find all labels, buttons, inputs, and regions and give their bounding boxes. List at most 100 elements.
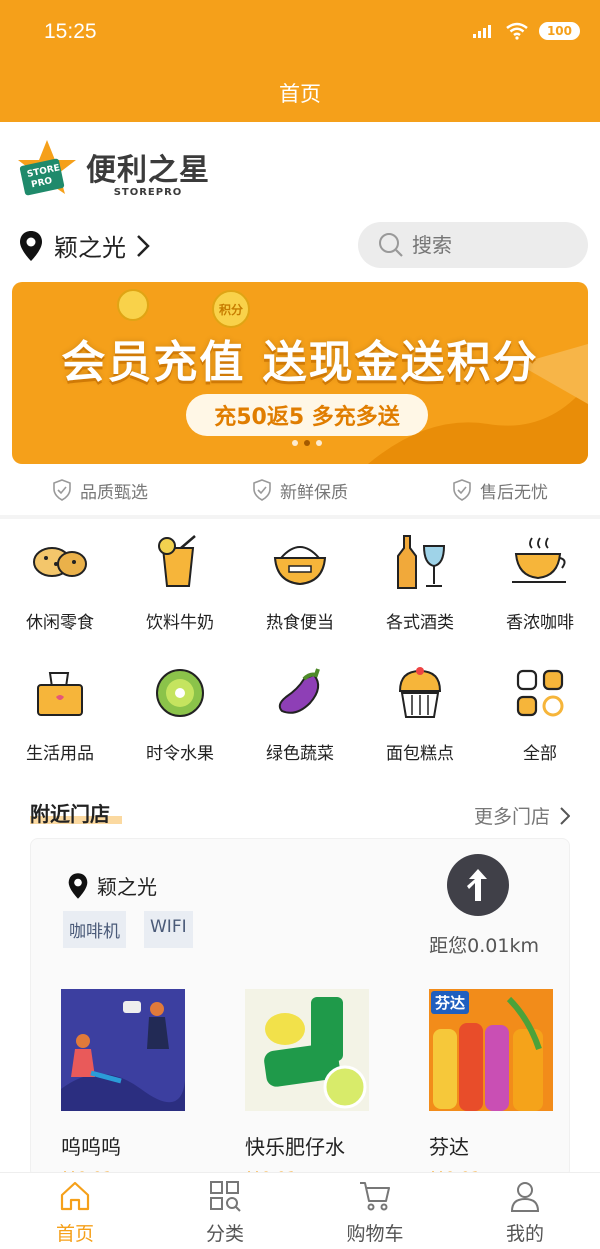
banner-pagination — [292, 440, 322, 446]
category-label: 休闲零食 — [26, 613, 94, 633]
category-hot-meals[interactable]: 热食便当 — [240, 530, 360, 633]
store-name: 颖之光 — [67, 871, 157, 900]
category-drinks[interactable]: 饮料牛奶 — [120, 530, 240, 633]
more-stores-label: 更多门店 — [473, 806, 550, 828]
wine-icon — [397, 535, 446, 589]
product-card[interactable]: 芬达 芬达 ￥0.01 — [429, 989, 553, 1188]
guarantee-item: 品质甄选 — [52, 478, 148, 503]
product-name: 快乐肥仔水 — [245, 1135, 345, 1159]
product-image — [61, 989, 185, 1111]
banner-dot-active[interactable] — [304, 440, 310, 446]
page-title: 首页 — [279, 82, 321, 106]
store-card[interactable]: 颖之光 咖啡机 WIFI 距您0.01km 呜呜呜 ￥0. — [30, 838, 570, 1187]
category-snacks[interactable]: 休闲零食 — [0, 530, 120, 633]
location-name: 颖之光 — [54, 234, 126, 262]
status-time: 15:25 — [44, 20, 97, 43]
section-divider — [0, 515, 600, 519]
search-bar[interactable] — [358, 222, 588, 268]
tab-label: 分类 — [205, 1223, 244, 1245]
chevron-right-icon — [137, 234, 150, 257]
navigate-button[interactable] — [447, 854, 509, 916]
guarantee-item: 售后无忧 — [452, 478, 548, 503]
product-card[interactable]: 快乐肥仔水 ￥0.01 — [245, 989, 369, 1188]
cookie-icon — [33, 547, 87, 577]
tab-cart[interactable]: 购物车 — [300, 1173, 450, 1249]
brand-name: 便利之星 — [86, 152, 210, 188]
banner-dot[interactable] — [292, 440, 298, 446]
battery-indicator: 100 — [538, 22, 580, 40]
category-grid: 休闲零食 饮料牛奶 热食便当 各式酒类 香浓咖啡 生活用品 时令水果 绿色蔬菜 … — [0, 530, 600, 764]
star-logo-icon: STORE PRO — [18, 140, 76, 196]
category-icon — [210, 1181, 241, 1212]
tab-label: 我的 — [505, 1223, 544, 1245]
category-label: 饮料牛奶 — [146, 613, 214, 633]
search-icon — [379, 233, 403, 257]
category-label: 生活用品 — [26, 744, 94, 764]
tab-category[interactable]: 分类 — [150, 1173, 300, 1249]
product-card[interactable]: 呜呜呜 ￥0.01 — [61, 989, 185, 1188]
category-coffee[interactable]: 香浓咖啡 — [480, 530, 600, 633]
product-list: 呜呜呜 ￥0.01 快乐肥仔水 ￥0.01 — [31, 989, 571, 1188]
product-name: 芬达 — [429, 1135, 469, 1159]
eggplant-icon — [278, 668, 320, 714]
coin-label: 积分 — [212, 290, 250, 328]
location-pin-icon — [20, 230, 42, 261]
category-household[interactable]: 生活用品 — [0, 661, 120, 764]
search-input[interactable] — [412, 233, 562, 257]
category-label: 全部 — [523, 744, 557, 764]
kiwi-icon — [156, 669, 204, 717]
category-label: 各式酒类 — [386, 613, 454, 633]
category-fruit[interactable]: 时令水果 — [120, 661, 240, 764]
location-selector[interactable]: 颖之光 — [18, 228, 150, 263]
app-header: 15:25 100 首页 — [0, 0, 600, 122]
guarantee-item: 新鲜保质 — [252, 478, 348, 503]
store-name-label: 颖之光 — [97, 875, 157, 899]
rice-bowl-icon — [273, 546, 327, 586]
category-label: 热食便当 — [266, 613, 334, 633]
guarantee-label: 新鲜保质 — [280, 482, 348, 503]
navigation-arrow-icon — [467, 869, 487, 901]
category-label: 时令水果 — [146, 744, 214, 764]
section-title-nearby: 附近门店 — [30, 802, 110, 826]
category-label: 香浓咖啡 — [506, 613, 574, 633]
more-stores-link[interactable]: 更多门店 — [474, 802, 570, 829]
banner-dot[interactable] — [316, 440, 322, 446]
bottom-tab-bar: 首页 分类 购物车 我的 — [0, 1172, 600, 1249]
product-image: 芬达 — [429, 989, 553, 1111]
category-liquor[interactable]: 各式酒类 — [360, 530, 480, 633]
guarantee-label: 品质甄选 — [80, 482, 148, 503]
location-pin-icon — [68, 872, 88, 899]
tab-profile[interactable]: 我的 — [450, 1173, 600, 1249]
category-vegetables[interactable]: 绿色蔬菜 — [240, 661, 360, 764]
service-guarantees: 品质甄选 新鲜保质 售后无忧 — [0, 470, 600, 510]
tissue-box-icon — [37, 672, 83, 716]
category-bakery[interactable]: 面包糕点 — [360, 661, 480, 764]
product-brand-label: 芬达 — [431, 991, 470, 1014]
cart-icon — [360, 1182, 390, 1211]
product-illustration — [245, 989, 369, 1111]
product-image — [245, 989, 369, 1111]
category-label: 绿色蔬菜 — [266, 744, 334, 764]
promo-banner[interactable]: 积分 会员充值 送现金送积分 充50返5 多充多送 — [12, 282, 588, 464]
brand-subtitle: STOREPRO — [113, 186, 183, 198]
shield-check-icon — [453, 479, 471, 501]
coin-icon — [117, 289, 149, 321]
coffee-icon — [512, 537, 566, 583]
drink-icon — [158, 535, 196, 587]
wifi-icon — [506, 22, 528, 40]
tab-home[interactable]: 首页 — [0, 1173, 150, 1249]
category-all[interactable]: 全部 — [480, 661, 600, 764]
store-distance: 距您0.01km — [429, 935, 539, 957]
product-illustration — [61, 989, 185, 1111]
grid-icon — [516, 669, 564, 717]
banner-offer: 充50返5 多充多送 — [186, 394, 428, 436]
chevron-right-icon — [560, 806, 570, 825]
signal-icon — [472, 25, 491, 38]
banner-headline: 会员充值 送现金送积分 — [61, 337, 539, 388]
user-icon — [510, 1182, 540, 1212]
shield-check-icon — [253, 479, 271, 501]
category-label: 面包糕点 — [386, 744, 454, 764]
shield-check-icon — [53, 479, 71, 501]
product-name: 呜呜呜 — [61, 1135, 121, 1159]
guarantee-label: 售后无忧 — [480, 482, 548, 503]
